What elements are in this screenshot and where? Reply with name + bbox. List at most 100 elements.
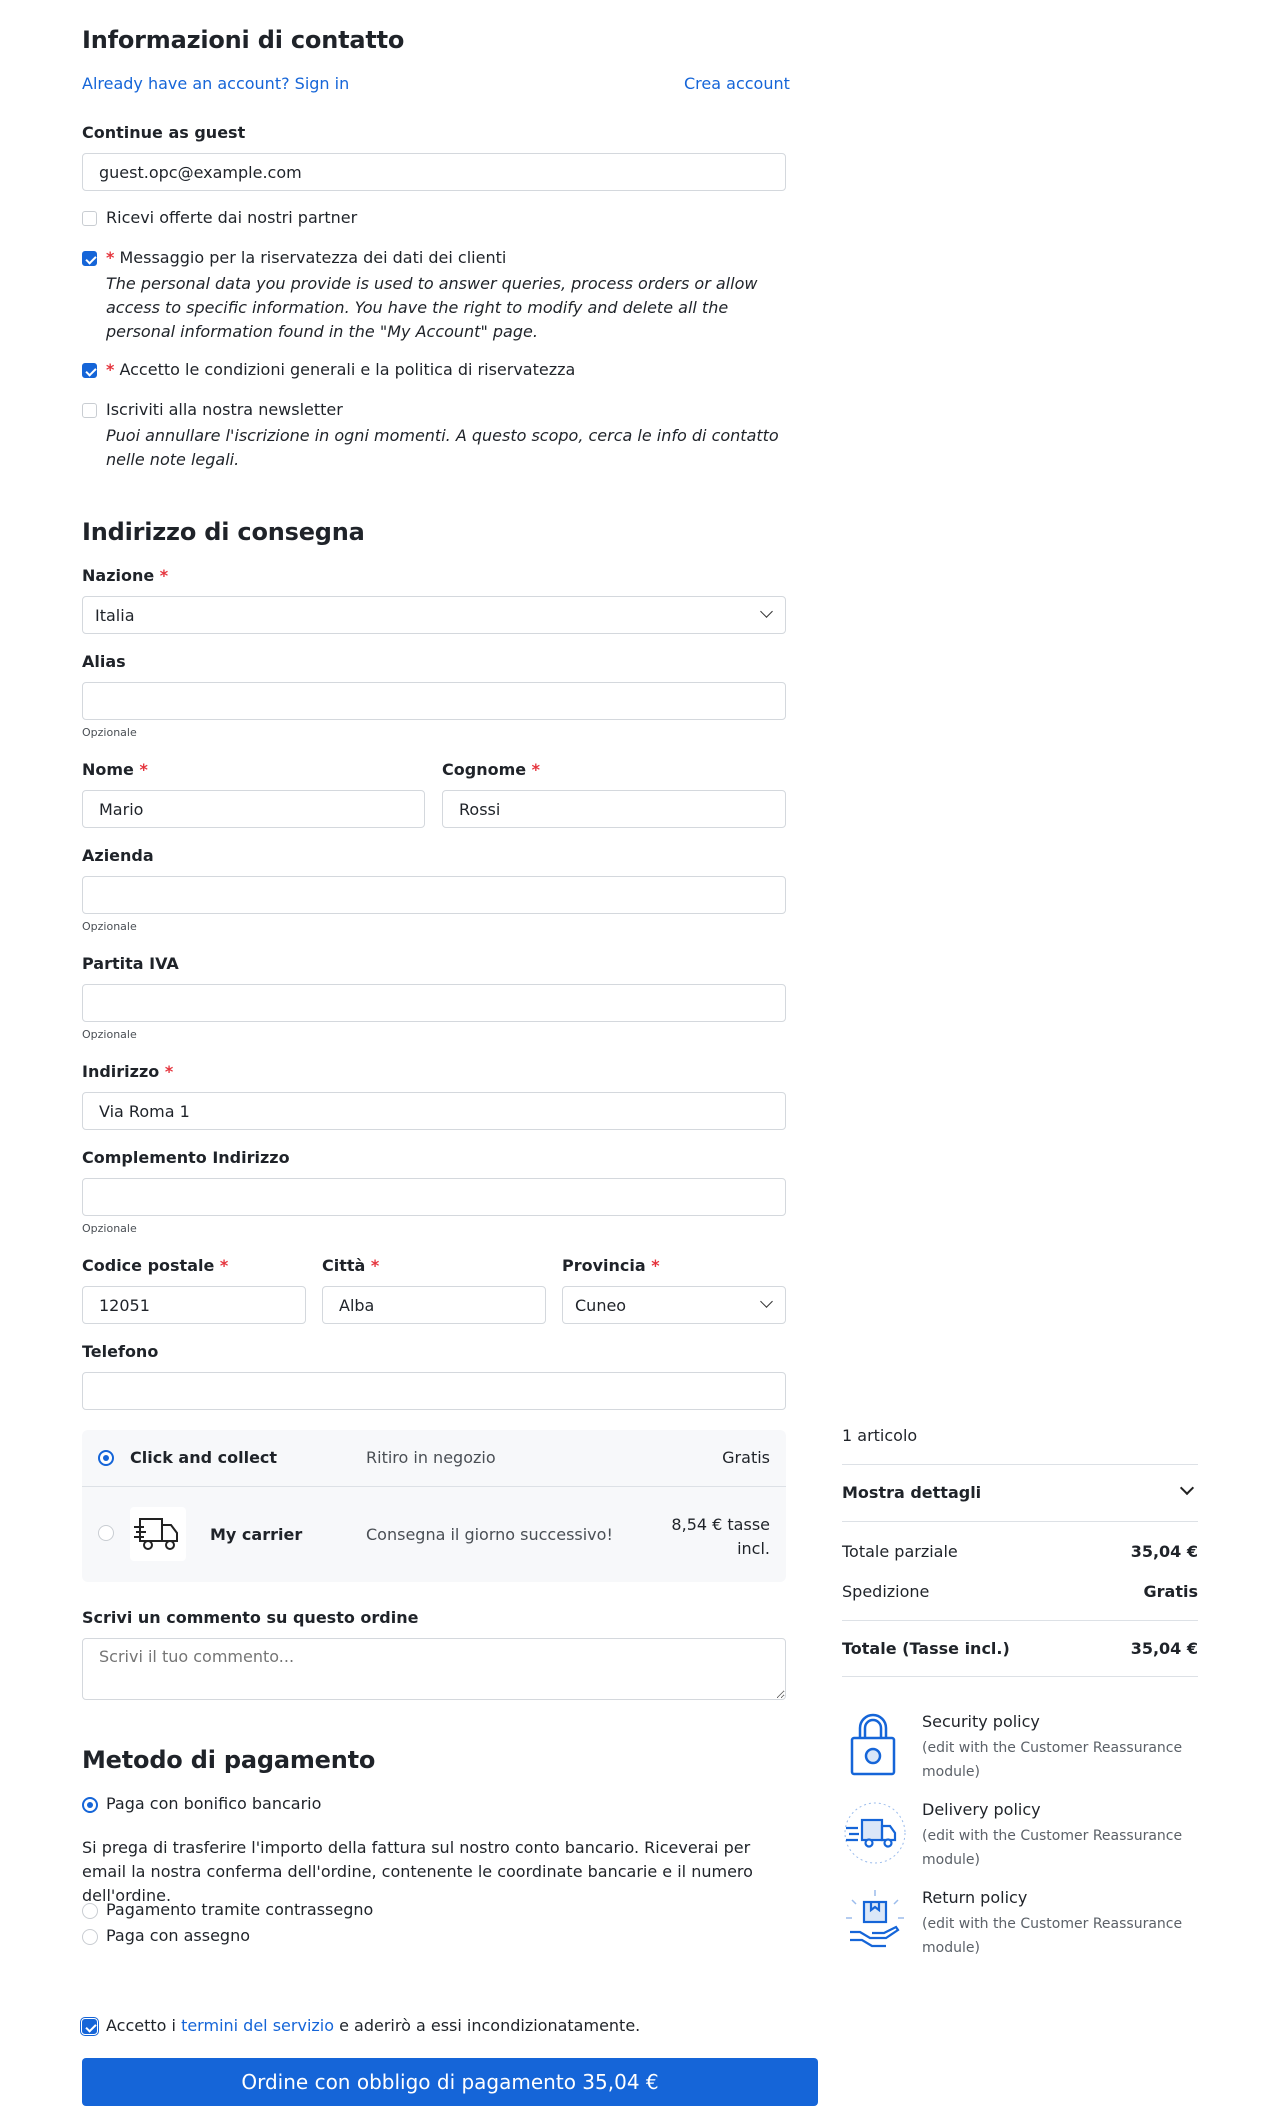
required-mark: *: [370, 1256, 380, 1275]
bank-wire-radio[interactable]: [82, 1797, 98, 1813]
shipping-options: Click and collect Ritiro in negozio Grat…: [82, 1430, 786, 1582]
privacy-label: Messaggio per la riservatezza dei dati d…: [119, 248, 507, 267]
terms-privacy-label: Accetto le condizioni generali e la poli…: [119, 360, 576, 379]
reassurance-delivery: Delivery policy (edit with the Customer …: [842, 1800, 1202, 1872]
click-collect-price: Gratis: [722, 1448, 770, 1467]
delivery-line2: module): [922, 1852, 980, 1868]
city-field[interactable]: Alba: [322, 1286, 546, 1324]
province-select[interactable]: Cuneo: [562, 1286, 786, 1324]
shipping-value: Gratis: [1143, 1582, 1198, 1601]
chevron-down-icon: [760, 1295, 773, 1308]
terms-privacy-checkbox[interactable]: [82, 363, 97, 378]
address2-field[interactable]: [82, 1178, 786, 1216]
truck-icon: [130, 1507, 186, 1561]
required-mark: *: [106, 248, 115, 267]
return-title: Return policy: [922, 1888, 1028, 1907]
bank-wire-label: Paga con bonifico bancario: [106, 1794, 322, 1813]
terms-link[interactable]: termini del servizio: [181, 2016, 334, 2035]
country-label-row: Nazione *: [82, 566, 168, 585]
summary-divider: [842, 1521, 1198, 1522]
comment-textarea[interactable]: [82, 1638, 786, 1700]
required-mark: *: [219, 1256, 229, 1275]
country-value: Italia: [95, 605, 135, 625]
firstname-field[interactable]: Mario: [82, 790, 425, 828]
address-label: Indirizzo: [82, 1062, 160, 1081]
city-label-row: Città *: [322, 1256, 379, 1275]
address2-optional: Opzionale: [82, 1222, 137, 1235]
summary-divider: [842, 1620, 1198, 1621]
signin-link[interactable]: Already have an account? Sign in: [82, 74, 349, 93]
cod-label: Pagamento tramite contrassegno: [106, 1900, 374, 1919]
address-field[interactable]: Via Roma 1: [82, 1092, 786, 1130]
required-mark: *: [139, 760, 148, 779]
guest-label: Continue as guest: [82, 123, 246, 142]
city-value: Alba: [339, 1295, 375, 1315]
my-carrier-radio[interactable]: [98, 1525, 114, 1541]
return-line1: (edit with the Customer Reassurance: [922, 1916, 1183, 1932]
cod-radio[interactable]: [82, 1903, 98, 1919]
privacy-checkbox[interactable]: [82, 251, 97, 266]
required-mark: *: [159, 566, 169, 585]
subtotal-label: Totale parziale: [842, 1542, 958, 1561]
my-carrier-desc: Consegna il giorno successivo!: [366, 1525, 613, 1544]
firstname-label-row: Nome *: [82, 760, 148, 779]
return-box-icon: [842, 1888, 908, 1954]
alias-field[interactable]: [82, 682, 786, 720]
postcode-field[interactable]: 12051: [82, 1286, 306, 1324]
payment-title: Metodo di pagamento: [82, 1746, 376, 1774]
newsletter-label: Iscriviti alla nostra newsletter: [106, 400, 343, 419]
newsletter-checkbox[interactable]: [82, 403, 97, 418]
security-line2: module): [922, 1764, 980, 1780]
required-mark: *: [106, 360, 115, 379]
company-optional: Opzionale: [82, 920, 137, 933]
shipping-option-my-carrier[interactable]: My carrier Consegna il giorno successivo…: [82, 1487, 786, 1582]
vat-optional: Opzionale: [82, 1028, 137, 1041]
province-label-row: Provincia *: [562, 1256, 660, 1275]
email-value: guest.opc@example.com: [99, 162, 302, 182]
province-label: Provincia: [562, 1256, 646, 1275]
privacy-text: The personal data you provide is used to…: [106, 274, 758, 341]
postcode-value: 12051: [99, 1295, 150, 1315]
lastname-value: Rossi: [459, 799, 501, 819]
company-field[interactable]: [82, 876, 786, 914]
lastname-field[interactable]: Rossi: [442, 790, 786, 828]
partners-offers-label: Ricevi offerte dai nostri partner: [106, 208, 358, 227]
comment-label: Scrivi un commento su questo ordine: [82, 1608, 419, 1627]
shipping-option-click-collect[interactable]: Click and collect Ritiro in negozio Grat…: [82, 1430, 786, 1486]
return-line2: module): [922, 1940, 980, 1956]
cheque-radio[interactable]: [82, 1929, 98, 1945]
country-select[interactable]: Italia: [82, 596, 786, 634]
email-field[interactable]: guest.opc@example.com: [82, 153, 786, 191]
partners-offers-checkbox[interactable]: [82, 211, 97, 226]
terms-checkbox[interactable]: [80, 2017, 99, 2036]
bank-wire-text: Si prega di trasferire l'importo della f…: [82, 1838, 753, 1905]
chevron-down-icon: [760, 605, 773, 618]
show-details-toggle[interactable]: Mostra dettagli: [842, 1465, 1198, 1521]
place-order-button[interactable]: Ordine con obbligo di pagamento 35,04 €: [82, 2058, 818, 2106]
click-collect-desc: Ritiro in negozio: [366, 1448, 496, 1467]
total-label: Totale (Tasse incl.): [842, 1639, 1010, 1658]
create-account-link[interactable]: Crea account: [684, 74, 790, 93]
firstname-label: Nome: [82, 760, 134, 779]
click-collect-name: Click and collect: [130, 1448, 278, 1467]
address-title: Indirizzo di consegna: [82, 518, 365, 546]
reassurance-security: Security policy (edit with the Customer …: [842, 1712, 1202, 1784]
address-label-row: Indirizzo *: [82, 1062, 173, 1081]
address-value: Via Roma 1: [99, 1101, 190, 1121]
lastname-label-row: Cognome *: [442, 760, 540, 779]
alias-optional: Opzionale: [82, 726, 137, 739]
phone-label: Telefono: [82, 1342, 159, 1361]
cheque-label: Paga con assegno: [106, 1926, 250, 1945]
required-mark: *: [651, 1256, 660, 1275]
vat-field[interactable]: [82, 984, 786, 1022]
country-label: Nazione: [82, 566, 155, 585]
terms-prefix: Accetto i: [106, 2016, 176, 2035]
click-collect-radio[interactable]: [98, 1450, 114, 1466]
phone-field[interactable]: [82, 1372, 786, 1410]
lastname-label: Cognome: [442, 760, 527, 779]
terms-suffix: e aderirò a essi incondizionatamente.: [339, 2016, 641, 2035]
total-value: 35,04 €: [1130, 1639, 1198, 1658]
my-carrier-price-line2: incl.: [737, 1539, 770, 1558]
alias-label: Alias: [82, 652, 126, 671]
items-count: 1 articolo: [842, 1426, 918, 1445]
